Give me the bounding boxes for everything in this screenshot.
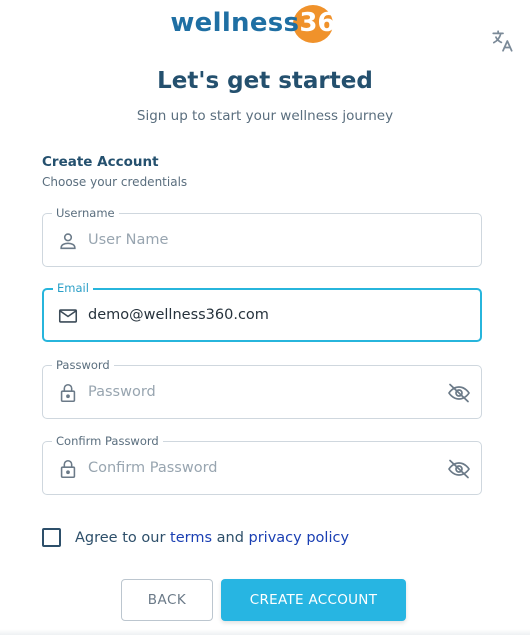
lock-icon <box>57 382 79 404</box>
password-input[interactable] <box>88 378 428 406</box>
logo-number: 360 <box>293 5 359 43</box>
create-account-button[interactable]: CREATE ACCOUNT <box>221 579 406 621</box>
lock-icon <box>57 458 79 480</box>
agree-checkbox[interactable] <box>42 528 61 547</box>
eye-off-icon[interactable] <box>447 381 471 405</box>
person-icon <box>57 230 79 252</box>
confirm-password-input[interactable] <box>88 454 428 482</box>
confirm-password-field[interactable]: Confirm Password <box>42 434 482 495</box>
eye-off-icon[interactable] <box>447 457 471 481</box>
username-label: Username <box>52 206 119 220</box>
terms-link[interactable]: terms <box>170 530 212 546</box>
confirm-password-label: Confirm Password <box>52 434 163 448</box>
username-input[interactable] <box>88 226 428 254</box>
section-subtitle: Choose your credentials <box>42 175 188 189</box>
email-field[interactable]: Email <box>42 281 482 342</box>
bottom-edge <box>0 629 530 635</box>
password-field[interactable]: Password <box>42 358 482 419</box>
logo-word: wellness <box>170 8 300 38</box>
mail-icon <box>57 305 79 327</box>
page-title: Let's get started <box>157 68 373 94</box>
agreement-row: Agree to our terms and privacy policy <box>42 528 349 547</box>
username-field[interactable]: Username <box>42 206 482 267</box>
email-input[interactable] <box>88 301 428 329</box>
page-subtitle: Sign up to start your wellness journey <box>136 108 394 124</box>
privacy-policy-link[interactable]: privacy policy <box>249 530 350 546</box>
agreement-prefix: Agree to our <box>75 529 166 546</box>
password-label: Password <box>52 358 114 372</box>
back-button[interactable]: BACK <box>121 579 213 621</box>
logo: wellness360 <box>0 5 530 50</box>
email-label: Email <box>53 281 93 295</box>
translate-icon[interactable] <box>490 28 516 54</box>
section-title: Create Account <box>42 154 159 170</box>
agreement-conjunction: and <box>216 529 244 546</box>
